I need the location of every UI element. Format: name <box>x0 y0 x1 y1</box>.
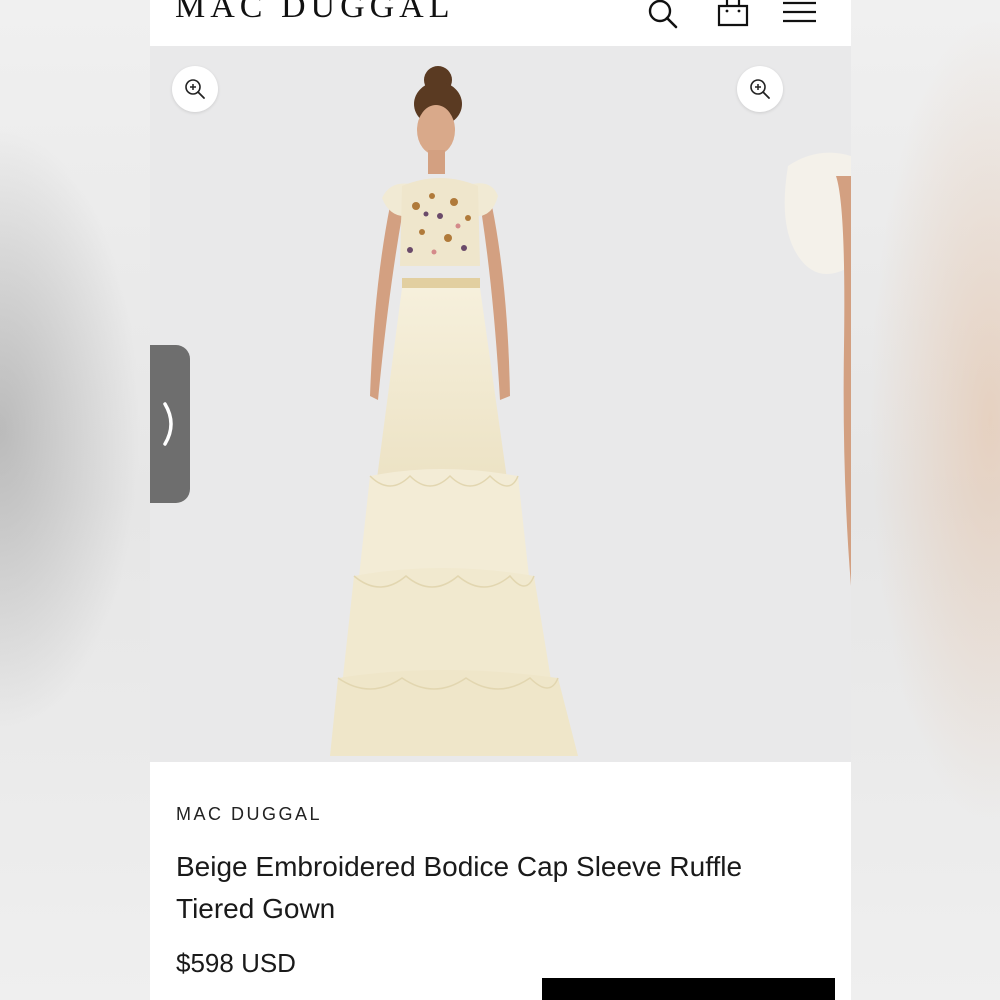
product-image <box>330 66 578 756</box>
site-header: MAC DUGGAL <box>150 0 851 46</box>
search-icon[interactable] <box>644 0 684 32</box>
zoom-in-icon[interactable] <box>737 66 783 112</box>
product-info: MAC DUGGAL Beige Embroidered Bodice Cap … <box>150 762 851 1000</box>
product-page: MAC DUGGAL MAC DUGGAL Beige Embroidered … <box>150 0 851 1000</box>
product-price: $598 USD <box>176 948 296 978</box>
shopping-bag-icon[interactable] <box>713 0 753 32</box>
chevron-right-icon <box>163 402 173 446</box>
hamburger-menu-icon[interactable] <box>780 0 820 32</box>
product-image-gallery[interactable] <box>150 46 851 762</box>
brand-logo[interactable]: MAC DUGGAL <box>175 0 455 26</box>
add-to-bag-button[interactable] <box>542 978 835 1000</box>
next-image-preview <box>784 152 851 586</box>
product-title: Beige Embroidered Bodice Cap Sleeve Ruff… <box>176 851 743 924</box>
zoom-in-icon[interactable] <box>172 66 218 112</box>
gallery-next-button[interactable] <box>150 345 190 503</box>
product-brand[interactable]: MAC DUGGAL <box>176 804 322 825</box>
